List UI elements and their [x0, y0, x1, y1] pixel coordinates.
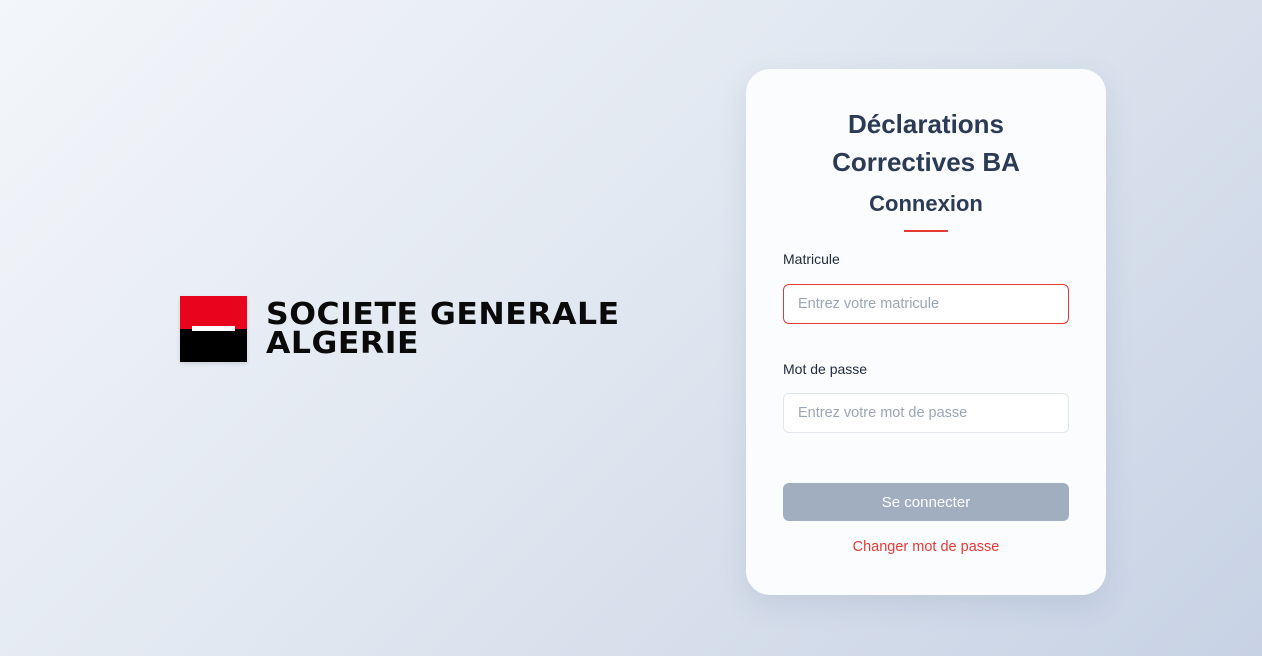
password-input[interactable] [783, 393, 1069, 433]
change-password-link[interactable]: Changer mot de passe [746, 539, 1106, 555]
app-title-line-1: Déclarations [847, 109, 1005, 139]
app-title: Déclarations Correctives BA [746, 105, 1106, 181]
logo-black-block [180, 329, 247, 362]
subtitle-underline [904, 230, 948, 232]
password-label: Mot de passe [783, 361, 868, 377]
login-subtitle: Connexion [869, 191, 983, 216]
matricule-input[interactable] [783, 284, 1069, 324]
logo-line-1: SOCIETE GENERALE [266, 297, 620, 332]
societe-generale-logo-mark [180, 296, 247, 362]
logo-wordmark: SOCIETE GENERALE ALGERIE [266, 297, 620, 361]
login-button[interactable]: Se connecter [783, 483, 1069, 521]
login-card: Déclarations Correctives BA Connexion Ma… [746, 69, 1106, 595]
app-title-line-2: Correctives BA [832, 147, 1020, 177]
logo-white-bar [192, 326, 235, 331]
logo-line-2: ALGERIE [266, 326, 420, 361]
company-logo: SOCIETE GENERALE ALGERIE [180, 296, 619, 362]
logo-red-block [180, 296, 247, 329]
matricule-label: Matricule [783, 251, 840, 267]
